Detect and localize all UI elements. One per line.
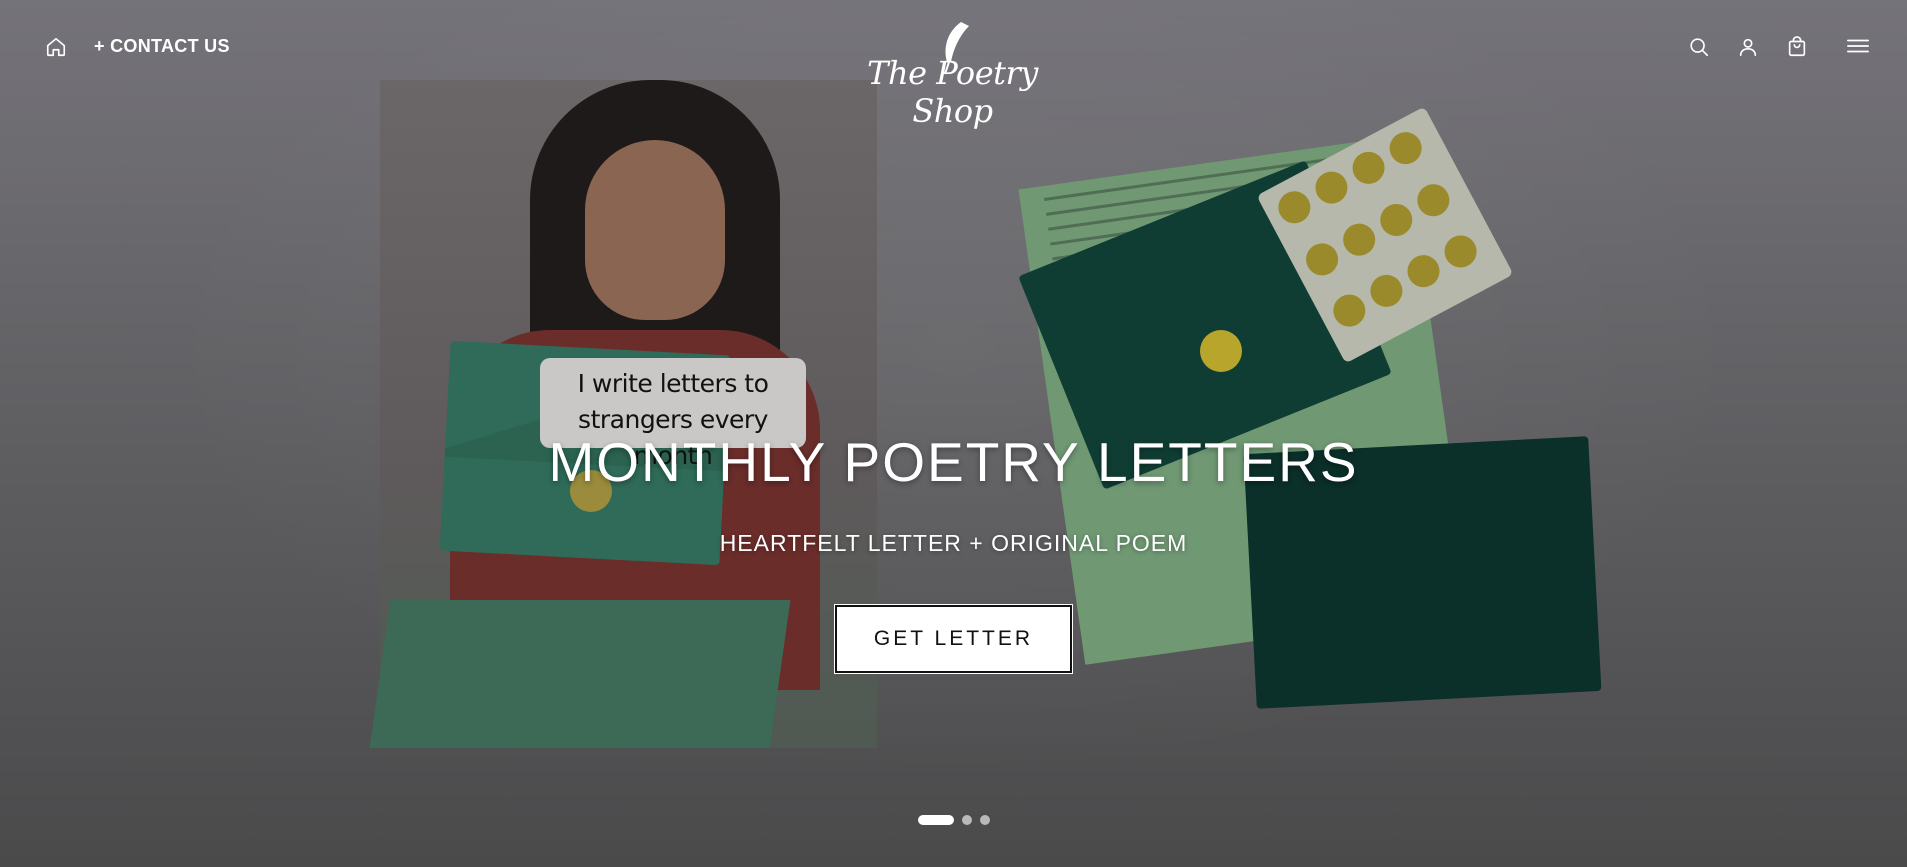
hero-title: MONTHLY POETRY LETTERS xyxy=(548,431,1359,493)
search-icon[interactable] xyxy=(1684,32,1714,62)
shopping-bag-icon[interactable] xyxy=(1782,32,1812,62)
get-letter-button[interactable]: GET LETTER xyxy=(834,604,1073,674)
hero-subtitle: HEARTFELT LETTER + ORIGINAL POEM xyxy=(719,530,1188,556)
site-header: + CONTACT US The Poetry Shop xyxy=(0,0,1907,130)
hero-content: MONTHLY POETRY LETTERS HEARTFELT LETTER … xyxy=(0,430,1907,674)
slider-dot-3[interactable] xyxy=(979,815,990,825)
site-logo[interactable]: The Poetry Shop xyxy=(845,18,1060,130)
logo-text: The Poetry Shop xyxy=(867,54,1038,130)
hero-banner: I write letters to strangers every month… xyxy=(0,0,1907,867)
slider-pagination xyxy=(0,815,1907,825)
user-icon[interactable] xyxy=(1733,32,1763,62)
slider-dot-1[interactable] xyxy=(917,815,954,825)
slider-dot-2[interactable] xyxy=(961,815,972,825)
home-icon[interactable] xyxy=(41,32,71,62)
hamburger-menu-icon[interactable] xyxy=(1841,31,1875,61)
contact-us-link[interactable]: + CONTACT US xyxy=(94,36,230,57)
